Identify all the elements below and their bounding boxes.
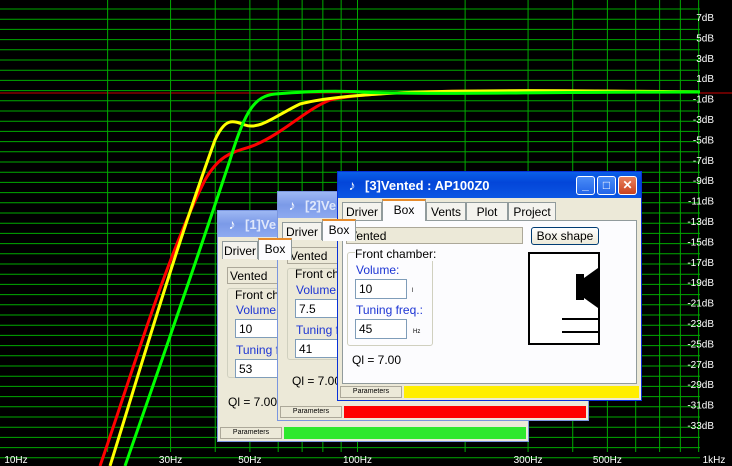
app-icon: ♪: [228, 216, 236, 232]
window-1-statusbar: Parameters: [220, 427, 526, 439]
freq-label: 500Hz: [593, 455, 622, 466]
app-icon: ♪: [288, 197, 296, 213]
maximize-button[interactable]: □: [597, 175, 616, 195]
db-label: 7dB: [696, 13, 714, 24]
minimize-button[interactable]: _: [576, 175, 595, 195]
tuning-freq-input[interactable]: 45: [355, 319, 407, 339]
db-label: -9dB: [693, 176, 714, 187]
status-color-bar: [344, 406, 586, 418]
ql-text: Ql = 7.00: [292, 374, 342, 388]
ql-text: Ql = 7.00: [352, 353, 402, 367]
volume-input[interactable]: 10: [355, 279, 407, 299]
status-color-bar: [404, 386, 639, 398]
window-3-titlebar[interactable]: ♪ [3]Vented : AP100Z0 _ □ ✕: [338, 172, 641, 198]
tab-box[interactable]: Box: [322, 219, 356, 241]
freq-label: 30Hz: [159, 455, 182, 466]
parameters-label: Parameters: [280, 406, 342, 418]
parameters-label: Parameters: [220, 427, 282, 439]
window-3-title: [3]Vented : AP100Z0: [365, 177, 490, 193]
db-label: 5dB: [696, 33, 714, 44]
tab-project[interactable]: Project: [508, 202, 556, 220]
freq-label: 1kHz: [703, 455, 726, 466]
tab-box[interactable]: Box: [258, 238, 292, 260]
freq-label: 50Hz: [238, 455, 261, 466]
alignment-display: Vented: [346, 227, 523, 244]
tuning-freq-label: Tuning freq.:: [356, 303, 423, 317]
tuning-freq-unit: Hz: [413, 329, 421, 335]
db-label: -31dB: [687, 401, 714, 412]
front-chamber-label: Front chamber:: [355, 247, 437, 261]
db-label: -23dB: [687, 319, 714, 330]
db-label: -17dB: [687, 258, 714, 269]
db-label: -33dB: [687, 421, 714, 432]
tab-vents[interactable]: Vents: [426, 202, 466, 220]
db-label: -5dB: [693, 135, 714, 146]
freq-label: 10Hz: [4, 455, 27, 466]
db-label: -3dB: [693, 115, 714, 126]
window-3-statusbar: Parameters: [340, 386, 639, 398]
db-label: -29dB: [687, 380, 714, 391]
db-label: -13dB: [687, 217, 714, 228]
status-color-bar: [284, 427, 526, 439]
db-label: -7dB: [693, 156, 714, 167]
tab-driver[interactable]: Driver: [342, 202, 382, 220]
parameters-label: Parameters: [340, 386, 402, 398]
ql-text: Ql = 7.00: [228, 395, 278, 409]
tab-plot[interactable]: Plot: [466, 202, 508, 220]
volume-label: Volume:: [356, 263, 400, 277]
db-label: 3dB: [696, 54, 714, 65]
window-3-vented[interactable]: ♪ [3]Vented : AP100Z0 _ □ ✕ Driver Box V…: [337, 171, 642, 401]
app-icon: ♪: [348, 177, 356, 193]
volume-label: Volume:: [236, 303, 280, 317]
db-label: -21dB: [687, 299, 714, 310]
volume-label: Volume:: [296, 283, 340, 297]
tab-box[interactable]: Box: [382, 199, 426, 221]
db-label: -15dB: [687, 237, 714, 248]
tab-driver[interactable]: Driver: [222, 241, 258, 259]
volume-unit: l: [412, 288, 414, 294]
db-label: -25dB: [687, 339, 714, 350]
box-shape-diagram: [528, 252, 600, 345]
window-3-tabs: Driver Box Vents Plot Project: [338, 198, 641, 221]
db-axis-labels: 7dB 5dB 3dB 1dB -1dB -3dB -5dB -7dB -9dB -11dB -13…: [687, 13, 714, 432]
close-button[interactable]: ✕: [618, 175, 637, 195]
db-label: -1dB: [693, 95, 714, 106]
db-label: -19dB: [687, 278, 714, 289]
freq-label: 300Hz: [514, 455, 543, 466]
window-2-statusbar: Parameters: [280, 406, 586, 418]
freq-label: 100Hz: [343, 455, 372, 466]
db-label: -11dB: [688, 197, 714, 208]
box-shape-button[interactable]: Box shape: [531, 227, 599, 245]
db-label: 1dB: [696, 74, 714, 85]
db-label: -27dB: [687, 360, 714, 371]
